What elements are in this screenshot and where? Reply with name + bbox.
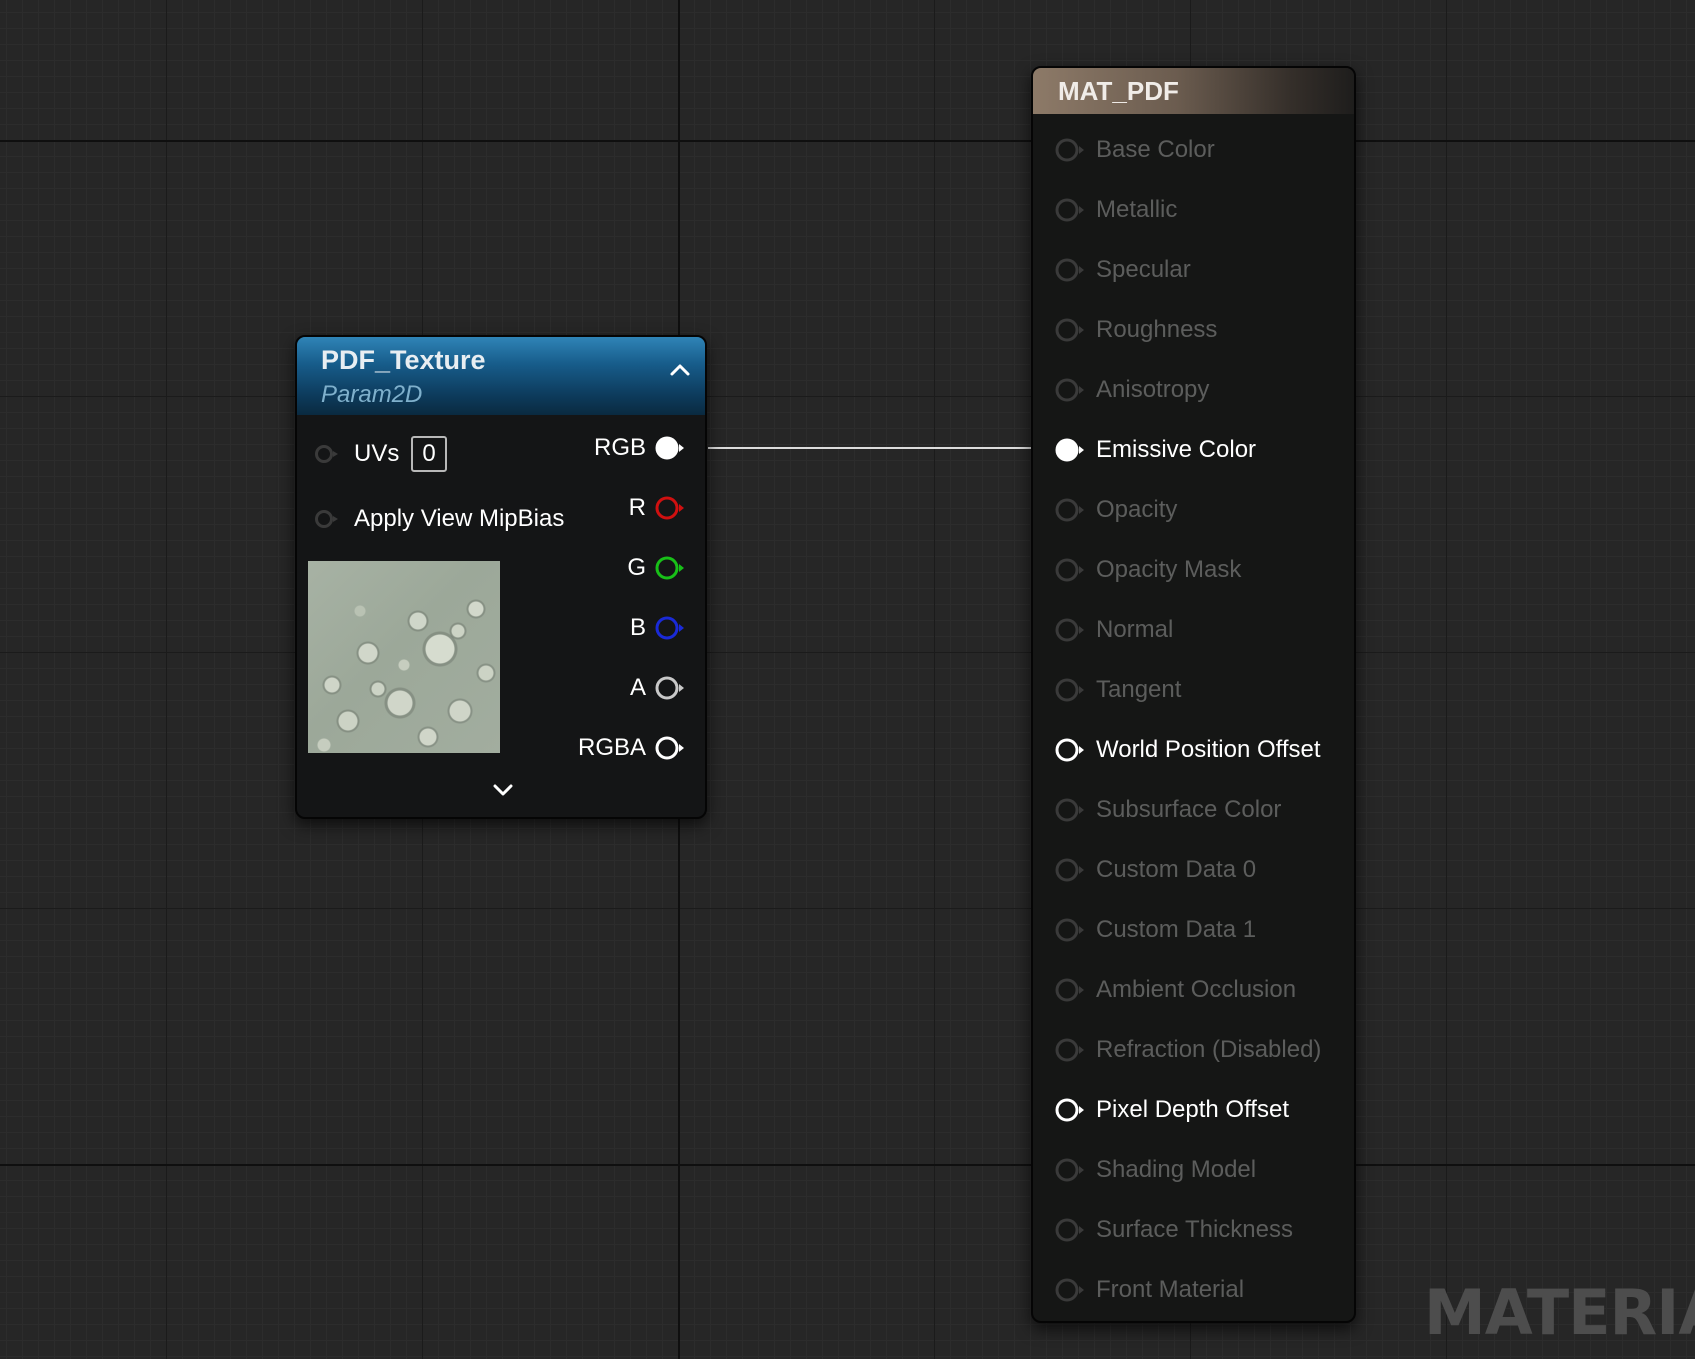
material-pin-roughness-icon[interactable] [1055, 317, 1085, 343]
material-pin-roughness[interactable]: Roughness [1033, 314, 1354, 346]
material-pin-label: Ambient Occlusion [1096, 976, 1297, 1003]
material-pin-surface-thickness[interactable]: Surface Thickness [1033, 1214, 1354, 1246]
r-output-pin-icon[interactable] [655, 495, 685, 521]
material-pin-metallic-icon[interactable] [1055, 197, 1085, 223]
material-pin-label: Tangent [1096, 676, 1182, 703]
material-pin-metallic[interactable]: Metallic [1033, 194, 1354, 226]
texture-preview-thumbnail [308, 561, 500, 753]
material-pin-label: Refraction (Disabled) [1096, 1036, 1322, 1063]
material-pin-front-material[interactable]: Front Material [1033, 1274, 1354, 1306]
material-pin-opacity-mask-icon[interactable] [1055, 557, 1085, 583]
texture-parameter-node[interactable]: PDF_Texture Param2D UVs 0 Apply View Mip… [295, 335, 707, 819]
material-pin-label: Normal [1096, 616, 1174, 643]
material-result-node[interactable]: MAT_PDF Base Color Metallic Specular Roughn… [1031, 66, 1356, 1323]
material-pin-label: Pixel Depth Offset [1096, 1096, 1289, 1123]
material-pin-label: Surface Thickness [1096, 1216, 1293, 1243]
material-pin-label: Opacity [1096, 496, 1178, 523]
g-output-label: G [627, 554, 646, 581]
material-pin-pixel-depth-offset[interactable]: Pixel Depth Offset [1033, 1094, 1354, 1126]
rgba-output-pin-icon[interactable] [655, 735, 685, 761]
material-pin-label: Subsurface Color [1096, 796, 1282, 823]
uvs-input-pin[interactable] [315, 445, 338, 463]
material-pin-label: Specular [1096, 256, 1191, 283]
material-pin-anisotropy[interactable]: Anisotropy [1033, 374, 1354, 406]
material-pin-front-material-icon[interactable] [1055, 1277, 1085, 1303]
rgba-output-label: RGBA [577, 734, 646, 761]
g-output-pin-icon[interactable] [655, 555, 685, 581]
material-pin-label: Opacity Mask [1096, 556, 1242, 583]
material-graph-canvas[interactable]: PDF_Texture Param2D UVs 0 Apply View Mip… [0, 0, 1695, 1359]
material-pin-base-color[interactable]: Base Color [1033, 134, 1354, 166]
texture-node-title: PDF_Texture [321, 345, 486, 375]
material-pin-label: Custom Data 0 [1096, 856, 1257, 883]
mipbias-input-label: Apply View MipBias [354, 505, 565, 532]
a-output-label: A [629, 674, 646, 701]
uvs-input-label: UVs [354, 440, 400, 467]
b-output-label: B [629, 614, 646, 641]
texture-node-subtitle: Param2D [321, 381, 423, 408]
material-pin-emissive-color-icon[interactable] [1055, 437, 1085, 463]
material-pin-ambient-occlusion-icon[interactable] [1055, 977, 1085, 1003]
material-pin-normal[interactable]: Normal [1033, 614, 1354, 646]
material-pin-emissive-color[interactable]: Emissive Color [1033, 434, 1354, 466]
mipbias-input-pin[interactable] [315, 510, 338, 528]
material-node-header[interactable]: MAT_PDF [1033, 68, 1354, 114]
material-pin-ambient-occlusion[interactable]: Ambient Occlusion [1033, 974, 1354, 1006]
material-pin-base-color-icon[interactable] [1055, 137, 1085, 163]
material-pin-subsurface-color-icon[interactable] [1055, 797, 1085, 823]
material-pin-label: Roughness [1096, 316, 1218, 343]
material-node-title: MAT_PDF [1058, 76, 1179, 106]
material-pin-subsurface-color[interactable]: Subsurface Color [1033, 794, 1354, 826]
r-output-label: R [628, 494, 646, 521]
a-output-pin-icon[interactable] [655, 675, 685, 701]
connection-wire-rgb-to-emissive[interactable] [708, 447, 1068, 449]
material-pin-label: Shading Model [1096, 1156, 1257, 1183]
material-pin-label: Front Material [1096, 1276, 1245, 1303]
material-pin-pixel-depth-offset-icon[interactable] [1055, 1097, 1085, 1123]
b-output-pin-icon[interactable] [655, 615, 685, 641]
rgb-output-pin-icon[interactable] [655, 435, 685, 461]
material-pin-label: World Position Offset [1096, 736, 1321, 763]
chevron-down-icon[interactable] [488, 775, 518, 805]
material-pin-surface-thickness-icon[interactable] [1055, 1217, 1085, 1243]
material-pin-opacity-icon[interactable] [1055, 497, 1085, 523]
material-pin-world-position-offset-icon[interactable] [1055, 737, 1085, 763]
chevron-up-icon[interactable] [665, 355, 695, 385]
material-pin-world-position-offset[interactable]: World Position Offset [1033, 734, 1354, 766]
material-pin-refraction-disabled[interactable]: Refraction (Disabled) [1033, 1034, 1354, 1066]
material-pin-label: Metallic [1096, 196, 1178, 223]
material-pin-label: Anisotropy [1096, 376, 1210, 403]
uvs-value-field[interactable]: 0 [411, 436, 447, 472]
texture-node-header[interactable]: PDF_Texture Param2D [297, 337, 705, 415]
material-pin-normal-icon[interactable] [1055, 617, 1085, 643]
material-pin-shading-model[interactable]: Shading Model [1033, 1154, 1354, 1186]
material-pin-label: Base Color [1096, 136, 1215, 163]
material-pin-custom-data-1[interactable]: Custom Data 1 [1033, 914, 1354, 946]
material-pin-specular[interactable]: Specular [1033, 254, 1354, 286]
material-pin-refraction-disabled-icon[interactable] [1055, 1037, 1085, 1063]
material-pin-custom-data-1-icon[interactable] [1055, 917, 1085, 943]
material-pin-custom-data-0[interactable]: Custom Data 0 [1033, 854, 1354, 886]
material-pin-opacity[interactable]: Opacity [1033, 494, 1354, 526]
material-pin-shading-model-icon[interactable] [1055, 1157, 1085, 1183]
material-pin-tangent[interactable]: Tangent [1033, 674, 1354, 706]
material-pin-tangent-icon[interactable] [1055, 677, 1085, 703]
material-pin-specular-icon[interactable] [1055, 257, 1085, 283]
material-pin-label: Emissive Color [1096, 436, 1257, 463]
graph-type-watermark: MATERIAL [1424, 1276, 1695, 1349]
rgb-output-label: RGB [593, 434, 646, 461]
material-pin-anisotropy-icon[interactable] [1055, 377, 1085, 403]
material-pin-label: Custom Data 1 [1096, 916, 1257, 943]
material-pin-custom-data-0-icon[interactable] [1055, 857, 1085, 883]
material-pin-opacity-mask[interactable]: Opacity Mask [1033, 554, 1354, 586]
